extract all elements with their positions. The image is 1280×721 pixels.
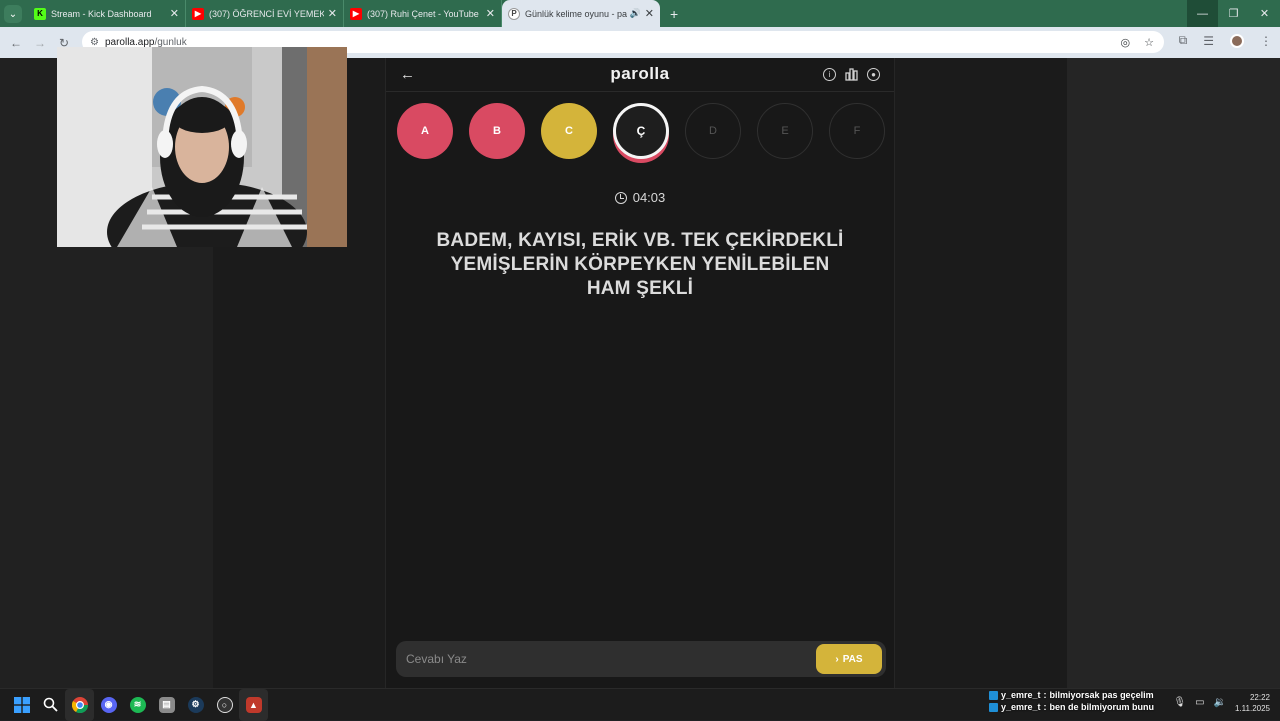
clock-icon: [614, 191, 627, 204]
tab-youtube-1[interactable]: ▶ (307) ÖĞRENCİ EVİ YEMEKTEYİZ ✕: [186, 0, 344, 27]
letter-c: C: [541, 103, 597, 159]
timer: 04:03: [386, 190, 894, 205]
header-icons: i ●: [823, 68, 880, 81]
pass-button[interactable]: › PAS: [816, 644, 882, 674]
letter-row: A B C Ç D E F: [397, 103, 885, 159]
close-icon[interactable]: ✕: [328, 7, 337, 20]
letter-b: B: [469, 103, 525, 159]
letter-f: F: [829, 103, 885, 159]
close-window-button[interactable]: ✕: [1249, 0, 1280, 27]
tab-kick-dashboard[interactable]: K Stream - Kick Dashboard ✕: [28, 0, 186, 27]
close-icon[interactable]: ✕: [170, 7, 179, 20]
network-icon[interactable]: ▭: [1195, 697, 1204, 708]
obs-icon[interactable]: ○: [210, 689, 239, 721]
tab-youtube-2[interactable]: ▶ (307) Ruhi Çenet - YouTube ✕: [344, 0, 502, 27]
restore-button[interactable]: ❐: [1218, 0, 1249, 27]
forward-button[interactable]: →: [28, 36, 52, 50]
volume-icon[interactable]: 🔉: [1214, 697, 1226, 708]
kick-icon: [989, 702, 998, 712]
bookmark-star-icon[interactable]: ☆: [1144, 36, 1154, 49]
webcam-feed-image: [57, 47, 347, 247]
window-controls: — ❐ ✕: [1187, 0, 1280, 27]
parolla-app: ← parolla i ● A B C Ç D E F 04:03 BADEM,…: [385, 58, 895, 688]
pass-label: PAS: [842, 653, 863, 665]
stream-chat-overlay: y_emre_t : bilmiyorsak pas geçelim y_emr…: [989, 689, 1154, 713]
question-text: BADEM, KAYISI, ERİK VB. TEK ÇEKİRDEKLİ Y…: [436, 230, 844, 299]
chat-user: y_emre_t: [1001, 690, 1041, 700]
system-clock[interactable]: 22:22 1.11.2025: [1235, 692, 1270, 714]
microphone-icon[interactable]: 🎙: [1173, 697, 1186, 708]
chat-text: ben de bilmiyorum bunu: [1049, 702, 1155, 712]
letter-c-cedilla: Ç: [613, 103, 669, 159]
tab-search-button[interactable]: ⌄: [4, 5, 22, 23]
close-icon[interactable]: ✕: [486, 7, 495, 20]
letter-e: E: [757, 103, 813, 159]
reading-list-icon[interactable]: ☰: [1203, 34, 1214, 48]
chrome-icon[interactable]: [65, 688, 94, 721]
timer-value: 04:03: [632, 190, 666, 205]
app-header: ← parolla i ●: [386, 58, 894, 92]
chat-message: y_emre_t : bilmiyorsak pas geçelim: [989, 689, 1154, 701]
clock-time: 22:22: [1249, 693, 1270, 702]
app-icon[interactable]: ▲: [239, 688, 268, 721]
spotify-icon[interactable]: ≋: [123, 689, 152, 721]
windows-start-icon[interactable]: [7, 689, 36, 721]
letter-a: A: [397, 103, 453, 159]
browser-tab-strip: ⌄ K Stream - Kick Dashboard ✕ ▶ (307) ÖĞ…: [0, 0, 1280, 27]
clock-date: 1.11.2025: [1235, 704, 1270, 713]
kick-icon: K: [34, 7, 46, 20]
system-tray: 🎙 ▭ 🔉: [1173, 697, 1226, 708]
answer-bar: › PAS: [396, 641, 886, 677]
right-gutter: [1067, 58, 1280, 688]
profile-avatar[interactable]: [1230, 33, 1244, 48]
chat-user: y_emre_t: [1001, 702, 1041, 712]
search-icon[interactable]: [36, 689, 65, 721]
discord-icon[interactable]: ◉: [94, 689, 123, 721]
stats-icon[interactable]: [845, 68, 858, 81]
steam-icon[interactable]: ⚙: [181, 689, 210, 721]
letter-d: D: [685, 103, 741, 159]
user-icon[interactable]: ●: [867, 68, 880, 81]
tab-parolla[interactable]: P Günlük kelime oyunu - parolla 🔊 ✕: [502, 0, 660, 27]
info-icon[interactable]: i: [823, 68, 836, 81]
site-info-icon[interactable]: ⚙: [90, 37, 99, 48]
menu-icon[interactable]: ⋮: [1260, 34, 1272, 48]
back-button[interactable]: ←: [4, 36, 28, 50]
parolla-icon: P: [508, 7, 520, 20]
kick-icon: [989, 690, 998, 700]
youtube-icon: ▶: [192, 7, 204, 20]
chevron-right-icon: ›: [835, 653, 839, 665]
minimize-button[interactable]: —: [1187, 0, 1218, 27]
webcam-overlay: [57, 47, 347, 247]
app-logo: parolla: [610, 64, 670, 83]
youtube-icon: ▶: [350, 7, 362, 20]
answer-input[interactable]: [396, 652, 816, 666]
speaker-icon[interactable]: 🔊: [630, 8, 641, 19]
eye-off-icon[interactable]: ◎: [1121, 36, 1131, 49]
url-host: parolla.app: [104, 36, 155, 48]
url-path: /gunluk: [154, 36, 187, 48]
chat-text: bilmiyorsak pas geçelim: [1049, 690, 1154, 700]
new-tab-button[interactable]: +: [660, 6, 688, 27]
chat-message: y_emre_t : ben de bilmiyorum bunu: [989, 701, 1154, 713]
file-icon[interactable]: ▤: [152, 689, 181, 721]
close-icon[interactable]: ✕: [645, 7, 654, 20]
extensions-icon[interactable]: ⧉: [1179, 33, 1188, 48]
